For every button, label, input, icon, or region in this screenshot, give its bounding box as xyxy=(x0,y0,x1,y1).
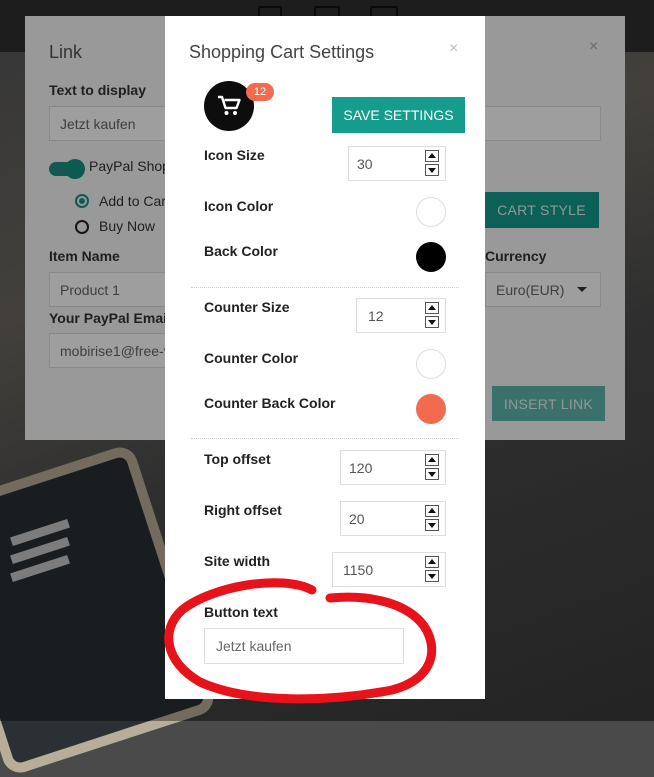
red-annotation-circle xyxy=(164,578,437,704)
